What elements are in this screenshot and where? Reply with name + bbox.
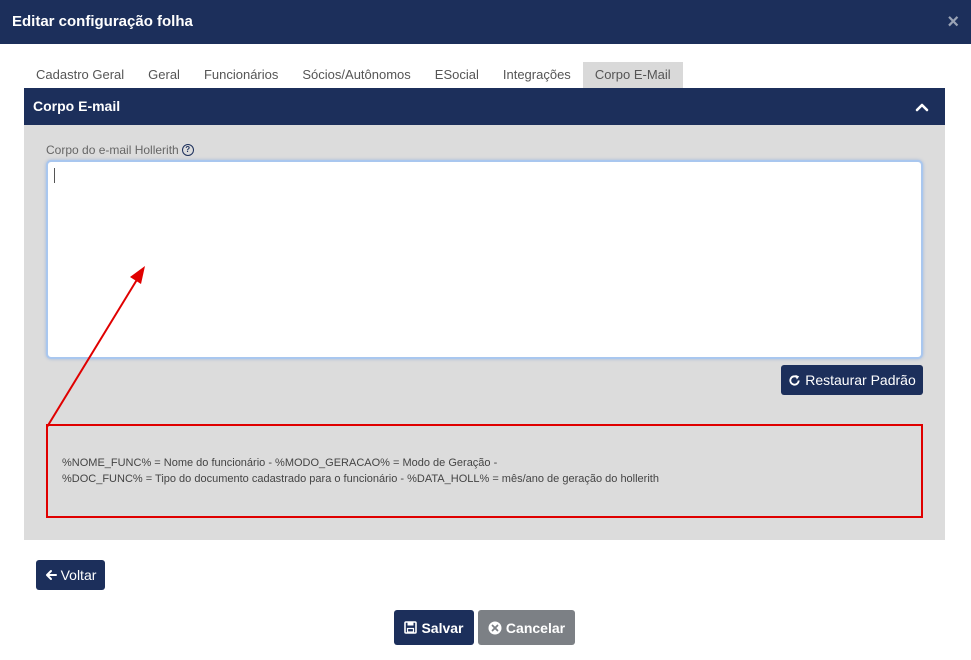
back-label: Voltar bbox=[60, 567, 97, 583]
cancel-label: Cancelar bbox=[505, 619, 566, 636]
annotation-arrow bbox=[46, 266, 145, 428]
cancel-button[interactable]: Cancelar bbox=[478, 610, 575, 645]
times-circle-icon bbox=[488, 621, 502, 635]
save-label: Salvar bbox=[421, 619, 464, 636]
back-button[interactable]: Voltar bbox=[36, 560, 105, 590]
arrow-left-icon bbox=[45, 569, 57, 581]
floppy-disk-icon bbox=[404, 621, 418, 634]
save-button[interactable]: Salvar bbox=[394, 610, 474, 645]
